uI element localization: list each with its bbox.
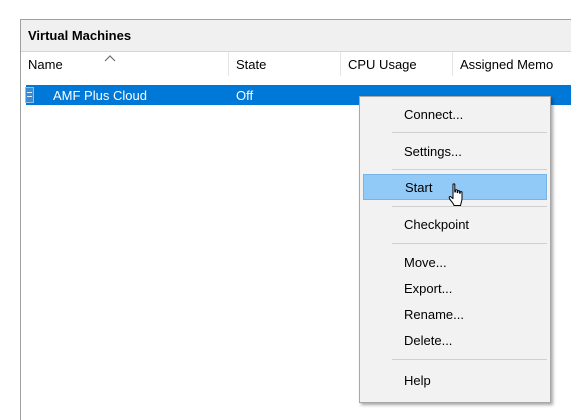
menu-separator bbox=[392, 359, 547, 360]
vm-name-cell: AMF Plus Cloud bbox=[53, 88, 147, 103]
context-menu: Connect... Settings... Start Checkpoint … bbox=[359, 96, 551, 403]
column-header-state[interactable]: State bbox=[229, 52, 341, 76]
menu-item-help[interactable]: Help bbox=[363, 368, 547, 394]
menu-separator bbox=[392, 206, 547, 207]
mouse-pointer-hand-icon bbox=[448, 183, 463, 206]
menu-item-connect[interactable]: Connect... bbox=[363, 102, 547, 128]
menu-item-move[interactable]: Move... bbox=[363, 250, 547, 276]
menu-separator bbox=[392, 132, 547, 133]
menu-item-rename[interactable]: Rename... bbox=[363, 302, 547, 328]
column-header-cpu-usage[interactable]: CPU Usage bbox=[341, 52, 453, 76]
sort-ascending-icon bbox=[104, 55, 116, 62]
menu-item-checkpoint[interactable]: Checkpoint bbox=[363, 212, 547, 238]
menu-separator bbox=[392, 169, 547, 170]
column-header-name[interactable]: Name bbox=[21, 52, 229, 76]
menu-item-settings[interactable]: Settings... bbox=[363, 139, 547, 165]
panel-title: Virtual Machines bbox=[28, 28, 132, 43]
panel-header: Virtual Machines bbox=[21, 20, 571, 52]
menu-item-delete[interactable]: Delete... bbox=[363, 328, 547, 354]
virtual-machine-icon bbox=[25, 87, 34, 103]
menu-separator bbox=[392, 243, 547, 244]
menu-item-export[interactable]: Export... bbox=[363, 276, 547, 302]
vm-state-cell: Off bbox=[236, 88, 254, 103]
column-header-assigned-memory[interactable]: Assigned Memo bbox=[453, 52, 571, 76]
